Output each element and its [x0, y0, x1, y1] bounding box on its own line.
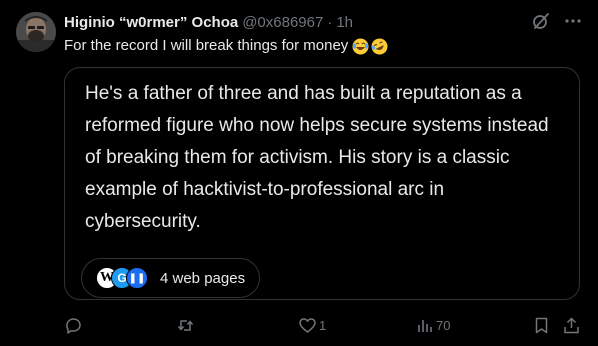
source-icons: W G ❚❚	[96, 267, 148, 289]
grok-icon[interactable]	[532, 12, 550, 35]
post-time[interactable]: 1h	[336, 14, 353, 31]
views-count: 70	[436, 317, 451, 333]
views-button[interactable]: 70	[415, 314, 450, 336]
web-sources-button[interactable]: W G ❚❚ 4 web pages	[81, 258, 261, 298]
display-name[interactable]: Higinio “w0rmer” Ochoa	[64, 14, 238, 31]
post-actions-bar: 1 70	[64, 314, 582, 336]
views-chart-icon	[415, 316, 434, 335]
user-handle[interactable]: @0x686967	[242, 14, 323, 31]
bookmark-icon	[532, 316, 551, 335]
separator-dot: ·	[327, 13, 333, 31]
heart-icon	[298, 316, 317, 335]
repost-icon	[176, 316, 195, 335]
like-button[interactable]: 1	[298, 314, 326, 336]
post-text: For the record I will break things for m…	[64, 37, 349, 54]
avatar-image	[16, 12, 56, 52]
post-text-line: For the record I will break things for m…	[64, 36, 388, 56]
grok-answer-text: He's a father of three and has built a r…	[85, 83, 549, 232]
sources-label: 4 web pages	[160, 269, 246, 287]
face-with-tears-of-joy-icon	[352, 38, 369, 55]
header-actions	[532, 12, 582, 35]
repost-button[interactable]	[176, 314, 197, 336]
rolling-on-the-floor-laughing-icon	[371, 38, 388, 55]
share-button[interactable]	[562, 314, 581, 336]
bookmark-button[interactable]	[532, 314, 551, 336]
pause-source-icon: ❚❚	[126, 267, 148, 289]
more-options-icon[interactable]	[564, 12, 582, 35]
post-header: Higinio “w0rmer” Ochoa @0x686967 · 1h	[64, 12, 353, 32]
avatar[interactable]	[16, 12, 56, 52]
like-count: 1	[319, 317, 327, 333]
reply-button[interactable]	[64, 314, 85, 336]
grok-answer-card[interactable]: He's a father of three and has built a r…	[64, 67, 580, 300]
reply-icon	[64, 316, 83, 335]
share-icon	[562, 316, 581, 335]
